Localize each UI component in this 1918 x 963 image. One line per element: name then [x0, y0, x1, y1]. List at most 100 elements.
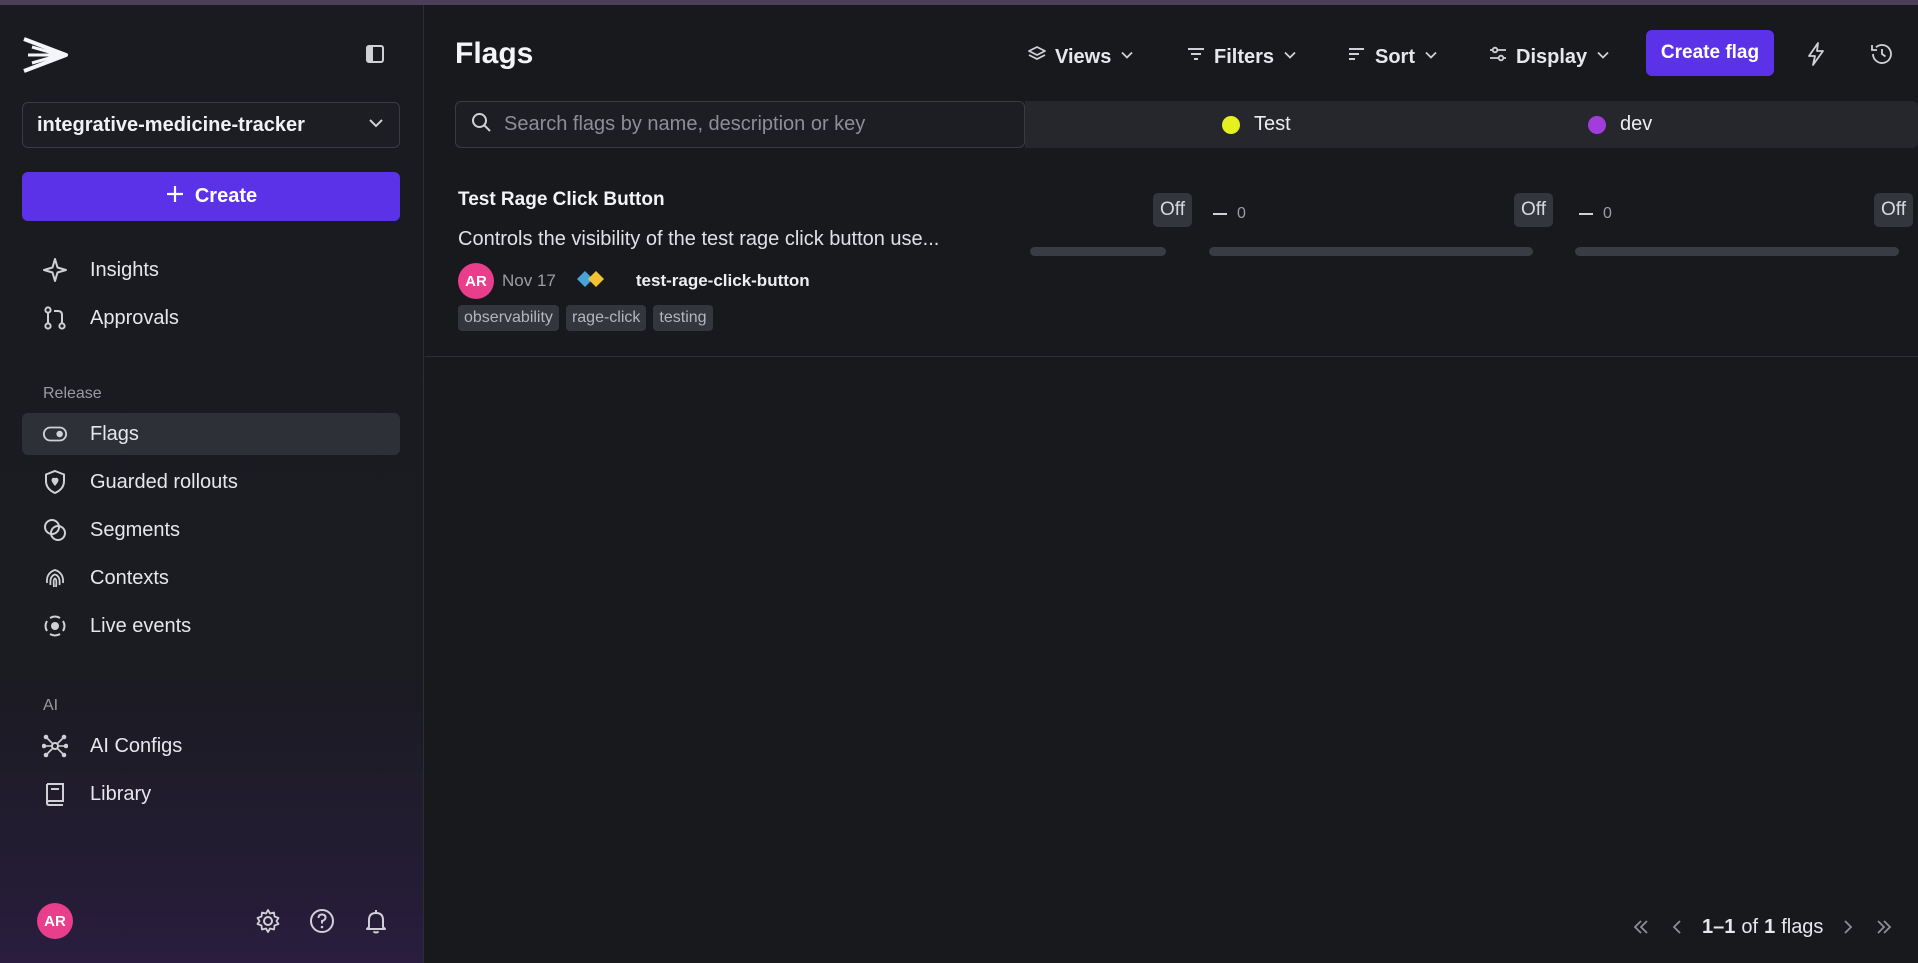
views-label: Views [1055, 45, 1112, 68]
search-field[interactable] [455, 101, 1025, 148]
search-input[interactable] [504, 113, 1024, 136]
section-label-ai: AI [43, 697, 59, 714]
layers-icon [1027, 44, 1047, 70]
filters-button[interactable]: Filters [1186, 35, 1298, 79]
sidebar-item-guarded-rollouts[interactable]: Guarded rollouts [22, 461, 400, 503]
tag[interactable]: testing [653, 305, 713, 331]
rollout-bar [1209, 247, 1533, 256]
sidebar-item-segments[interactable]: Segments [22, 509, 400, 551]
env-header-test[interactable]: Test [1192, 101, 1553, 148]
create-button[interactable]: Create [22, 172, 400, 221]
env-state-cell: 0 Off [1575, 193, 1913, 263]
sidebar-item-label: Contexts [90, 566, 169, 589]
create-flag-button[interactable]: Create flag [1646, 30, 1774, 76]
sidebar-item-live-events[interactable]: Live events [22, 605, 400, 647]
sidebar-item-label: Flags [90, 422, 139, 445]
display-label: Display [1516, 45, 1588, 68]
filters-label: Filters [1214, 45, 1275, 68]
views-button[interactable]: Views [1027, 35, 1135, 79]
chevron-down-icon [1423, 46, 1439, 69]
main-content: Flags Views Filters Sort Display Create … [425, 5, 1918, 963]
env-name: dev [1620, 113, 1653, 135]
sidebar-item-ai-configs[interactable]: AI Configs [22, 725, 400, 767]
fingerprint-icon [42, 565, 68, 591]
chevron-down-icon [367, 114, 385, 137]
user-avatar[interactable]: AR [37, 903, 73, 939]
history-icon[interactable] [1869, 41, 1895, 67]
tag[interactable]: observability [458, 305, 559, 331]
dash [1213, 213, 1227, 215]
book-icon [42, 781, 68, 807]
sidebar-item-label: Approvals [90, 306, 179, 329]
sidebar-item-label: Guarded rollouts [90, 470, 238, 493]
sidebar-item-label: AI Configs [90, 734, 183, 757]
env-state-cell: 0 Off [1209, 193, 1553, 263]
sidebar-item-contexts[interactable]: Contexts [22, 557, 400, 599]
lightning-icon[interactable] [1803, 41, 1829, 67]
shield-icon [42, 469, 68, 495]
sort-button[interactable]: Sort [1347, 35, 1439, 79]
flag-name[interactable]: Test Rage Click Button [458, 189, 665, 211]
env-color-dot [1588, 115, 1606, 134]
sidebar-item-flags[interactable]: Flags [22, 413, 400, 455]
flag-variation-icon [576, 268, 608, 295]
rollout-bar [1575, 247, 1899, 256]
pagination: 1–1 of 1 flags [1630, 912, 1895, 942]
flag-meta: AR Nov 17 test-rage-click-button [458, 263, 810, 299]
last-page-icon[interactable] [1873, 916, 1895, 938]
chevron-down-icon [1282, 46, 1298, 69]
project-selector[interactable]: integrative-medicine-tracker [22, 102, 400, 148]
section-label-release: Release [43, 385, 102, 402]
page-unit: flags [1781, 915, 1824, 938]
filter-icon [1186, 44, 1206, 70]
env-header-dev[interactable]: dev [1558, 101, 1918, 148]
git-branch-icon [42, 305, 68, 331]
sidebar-item-insights[interactable]: Insights [22, 249, 400, 291]
tag[interactable]: rage-click [565, 305, 647, 331]
env-state-off[interactable]: Off [1514, 193, 1553, 227]
maintainer-avatar: AR [458, 263, 494, 299]
env-state-off[interactable]: Off [1874, 193, 1913, 227]
chevron-down-icon [1595, 46, 1611, 69]
sidebar-item-label: Segments [90, 518, 181, 541]
next-page-icon[interactable] [1837, 916, 1859, 938]
flag-tags: observability rage-click testing [458, 305, 713, 331]
plus-icon [165, 184, 185, 210]
sidebar-item-approvals[interactable]: Approvals [22, 297, 400, 339]
first-page-icon[interactable] [1630, 916, 1652, 938]
env-state-off[interactable]: Off [1153, 193, 1192, 227]
help-icon[interactable] [308, 907, 336, 935]
flag-date: Nov 17 [502, 271, 556, 290]
search-icon [470, 111, 492, 138]
sidebar-item-label: Insights [90, 258, 159, 281]
launchdarkly-logo-icon[interactable] [22, 33, 70, 77]
live-icon [42, 613, 68, 639]
sliders-icon [1488, 44, 1508, 70]
table-row[interactable]: Test Rage Click Button Controls the visi… [425, 163, 1918, 357]
sidebar-collapse-icon[interactable] [364, 43, 386, 65]
prev-page-icon[interactable] [1666, 916, 1688, 938]
network-icon [42, 733, 68, 759]
flag-key[interactable]: test-rage-click-button [636, 271, 810, 291]
segments-icon [42, 517, 68, 543]
sort-label: Sort [1375, 45, 1415, 68]
sort-icon [1347, 44, 1367, 70]
rollout-bar [1030, 247, 1166, 256]
create-button-label: Create [194, 185, 258, 207]
bell-icon[interactable] [362, 907, 390, 935]
gear-icon[interactable] [254, 907, 282, 935]
project-name: integrative-medicine-tracker [37, 113, 305, 136]
page-range: 1–1 [1702, 915, 1736, 938]
env-state-cell: Off [1030, 193, 1192, 263]
chevron-down-icon [1119, 46, 1135, 69]
env-name: Test [1254, 113, 1291, 135]
sidebar: integrative-medicine-tracker Create Insi… [0, 5, 424, 963]
display-button[interactable]: Display [1488, 35, 1611, 79]
dash [1579, 213, 1593, 215]
sidebar-item-library[interactable]: Library [22, 773, 400, 815]
page-total: 1 [1764, 915, 1776, 938]
flag-description: Controls the visibility of the test rage… [458, 228, 940, 250]
sidebar-item-label: Library [90, 782, 152, 805]
page-title: Flags [455, 37, 534, 70]
sparkle-icon [42, 257, 68, 283]
